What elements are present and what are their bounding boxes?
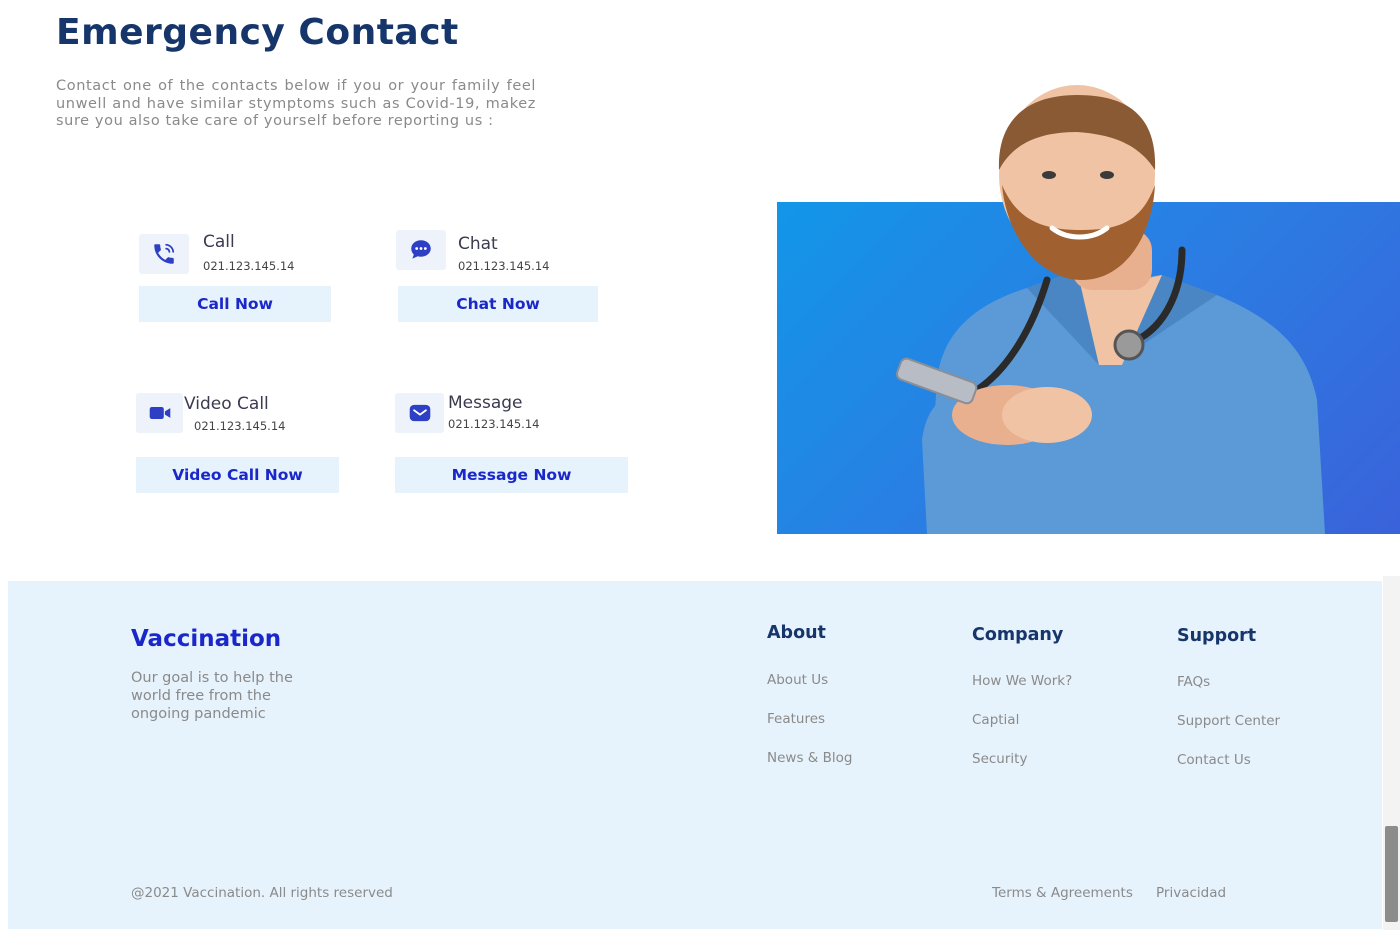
footer-link-support-center[interactable]: Support Center (1177, 713, 1280, 729)
footer-column-about-title: About (767, 623, 826, 643)
footer-column-support-title: Support (1177, 626, 1257, 646)
doctor-with-phone-photo (895, 85, 1325, 534)
footer-link-news-blog[interactable]: News & Blog (767, 750, 852, 766)
contact-number: 021.123.145.14 (458, 259, 550, 273)
video-call-now-button[interactable]: Video Call Now (136, 457, 339, 493)
footer-brand-logo[interactable]: Vaccination (131, 626, 281, 652)
copyright-text: @2021 Vaccination. All rights reserved (131, 885, 393, 901)
footer-link-features[interactable]: Features (767, 711, 825, 727)
phone-icon (139, 234, 189, 274)
contact-label: Chat (458, 234, 498, 254)
contact-label: Video Call (184, 394, 269, 414)
footer-link-about-us[interactable]: About Us (767, 672, 828, 688)
intro-text: Contact one of the contacts below if you… (56, 78, 536, 129)
terms-agreements-link[interactable]: Terms & Agreements (992, 885, 1133, 901)
footer-link-captial[interactable]: Captial (972, 712, 1019, 728)
contact-label: Message (448, 393, 523, 413)
chat-now-button[interactable]: Chat Now (398, 286, 598, 322)
footer-link-faqs[interactable]: FAQs (1177, 674, 1210, 690)
envelope-icon (395, 393, 444, 433)
footer-link-contact-us[interactable]: Contact Us (1177, 752, 1251, 768)
footer-column-company-title: Company (972, 625, 1064, 645)
footer-link-how-we-work[interactable]: How We Work? (972, 673, 1072, 689)
chat-bubble-icon (396, 230, 446, 270)
scrollbar-thumb[interactable] (1385, 826, 1398, 922)
contact-number: 021.123.145.14 (203, 259, 295, 273)
message-now-button[interactable]: Message Now (395, 457, 628, 493)
contact-number: 021.123.145.14 (194, 419, 286, 433)
contact-number: 021.123.145.14 (448, 417, 540, 431)
privacidad-link[interactable]: Privacidad (1156, 885, 1226, 901)
contact-label: Call (203, 232, 235, 252)
video-camera-icon (136, 393, 183, 433)
call-now-button[interactable]: Call Now (139, 286, 331, 322)
footer-link-security[interactable]: Security (972, 751, 1027, 767)
page-title: Emergency Contact (56, 12, 459, 53)
footer-tagline: Our goal is to help the world free from … (131, 670, 293, 722)
